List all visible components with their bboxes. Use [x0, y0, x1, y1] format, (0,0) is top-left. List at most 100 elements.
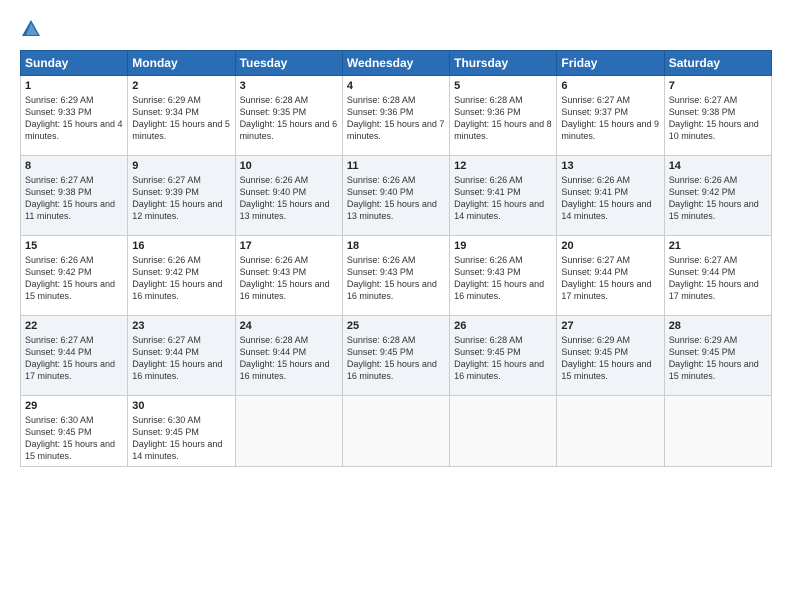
calendar-cell: 17 Sunrise: 6:26 AMSunset: 9:43 PMDayligh…	[235, 236, 342, 316]
day-number: 26	[454, 320, 552, 332]
logo-icon	[20, 18, 42, 40]
calendar-cell	[664, 396, 771, 467]
day-info: Sunrise: 6:28 AMSunset: 9:44 PMDaylight:…	[240, 334, 338, 383]
calendar-cell: 7 Sunrise: 6:27 AMSunset: 9:38 PMDaylight…	[664, 76, 771, 156]
calendar-cell: 3 Sunrise: 6:28 AMSunset: 9:35 PMDaylight…	[235, 76, 342, 156]
day-info: Sunrise: 6:26 AMSunset: 9:42 PMDaylight:…	[25, 254, 123, 303]
day-number: 15	[25, 240, 123, 252]
calendar-cell: 10 Sunrise: 6:26 AMSunset: 9:40 PMDayligh…	[235, 156, 342, 236]
calendar-cell: 11 Sunrise: 6:26 AMSunset: 9:40 PMDayligh…	[342, 156, 449, 236]
day-info: Sunrise: 6:27 AMSunset: 9:38 PMDaylight:…	[669, 94, 767, 143]
day-number: 2	[132, 80, 230, 92]
day-number: 8	[25, 160, 123, 172]
day-number: 29	[25, 400, 123, 412]
calendar-cell: 20 Sunrise: 6:27 AMSunset: 9:44 PMDayligh…	[557, 236, 664, 316]
calendar-cell: 26Sunrise: 6:28 AMSunset: 9:45 PMDayligh…	[450, 316, 557, 396]
day-number: 6	[561, 80, 659, 92]
day-number: 10	[240, 160, 338, 172]
day-number: 17	[240, 240, 338, 252]
day-info: Sunrise: 6:30 AMSunset: 9:45 PMDaylight:…	[25, 414, 123, 463]
day-info: Sunrise: 6:29 AMSunset: 9:45 PMDaylight:…	[669, 334, 767, 383]
day-number: 13	[561, 160, 659, 172]
day-number: 12	[454, 160, 552, 172]
day-number: 5	[454, 80, 552, 92]
day-info: Sunrise: 6:28 AMSunset: 9:36 PMDaylight:…	[347, 94, 445, 143]
day-info: Sunrise: 6:27 AMSunset: 9:44 PMDaylight:…	[669, 254, 767, 303]
calendar-cell: 8 Sunrise: 6:27 AMSunset: 9:38 PMDaylight…	[21, 156, 128, 236]
weekday-header-monday: Monday	[128, 51, 235, 76]
day-info: Sunrise: 6:26 AMSunset: 9:43 PMDaylight:…	[347, 254, 445, 303]
day-info: Sunrise: 6:27 AMSunset: 9:44 PMDaylight:…	[561, 254, 659, 303]
page: SundayMondayTuesdayWednesdayThursdayFrid…	[0, 0, 792, 612]
calendar-cell	[450, 396, 557, 467]
calendar-cell: 6 Sunrise: 6:27 AMSunset: 9:37 PMDaylight…	[557, 76, 664, 156]
day-info: Sunrise: 6:26 AMSunset: 9:42 PMDaylight:…	[132, 254, 230, 303]
header	[20, 18, 772, 40]
week-row-3: 15 Sunrise: 6:26 AMSunset: 9:42 PMDayligh…	[21, 236, 772, 316]
calendar-cell: 22 Sunrise: 6:27 AMSunset: 9:44 PMDayligh…	[21, 316, 128, 396]
calendar-cell: 18 Sunrise: 6:26 AMSunset: 9:43 PMDayligh…	[342, 236, 449, 316]
day-number: 27	[561, 320, 659, 332]
calendar-cell: 30Sunrise: 6:30 AMSunset: 9:45 PMDayligh…	[128, 396, 235, 467]
week-row-5: 29 Sunrise: 6:30 AMSunset: 9:45 PMDayligh…	[21, 396, 772, 467]
day-info: Sunrise: 6:27 AMSunset: 9:39 PMDaylight:…	[132, 174, 230, 223]
day-info: Sunrise: 6:27 AMSunset: 9:44 PMDaylight:…	[132, 334, 230, 383]
day-info: Sunrise: 6:28 AMSunset: 9:36 PMDaylight:…	[454, 94, 552, 143]
week-row-4: 22 Sunrise: 6:27 AMSunset: 9:44 PMDayligh…	[21, 316, 772, 396]
calendar-cell: 4 Sunrise: 6:28 AMSunset: 9:36 PMDaylight…	[342, 76, 449, 156]
calendar-cell	[342, 396, 449, 467]
week-row-2: 8 Sunrise: 6:27 AMSunset: 9:38 PMDaylight…	[21, 156, 772, 236]
calendar-cell: 27 Sunrise: 6:29 AMSunset: 9:45 PMDayligh…	[557, 316, 664, 396]
weekday-header-row: SundayMondayTuesdayWednesdayThursdayFrid…	[21, 51, 772, 76]
day-info: Sunrise: 6:28 AMSunset: 9:45 PMDaylight:…	[347, 334, 445, 383]
day-info: Sunrise: 6:29 AMSunset: 9:33 PMDaylight:…	[25, 94, 123, 143]
calendar-cell: 9 Sunrise: 6:27 AMSunset: 9:39 PMDaylight…	[128, 156, 235, 236]
day-number: 21	[669, 240, 767, 252]
day-number: 16	[132, 240, 230, 252]
day-number: 9	[132, 160, 230, 172]
day-number: 22	[25, 320, 123, 332]
day-info: Sunrise: 6:27 AMSunset: 9:37 PMDaylight:…	[561, 94, 659, 143]
weekday-header-thursday: Thursday	[450, 51, 557, 76]
day-info: Sunrise: 6:27 AMSunset: 9:44 PMDaylight:…	[25, 334, 123, 383]
weekday-header-friday: Friday	[557, 51, 664, 76]
day-info: Sunrise: 6:26 AMSunset: 9:42 PMDaylight:…	[669, 174, 767, 223]
day-number: 24	[240, 320, 338, 332]
day-number: 20	[561, 240, 659, 252]
day-info: Sunrise: 6:26 AMSunset: 9:41 PMDaylight:…	[454, 174, 552, 223]
calendar-cell: 19Sunrise: 6:26 AMSunset: 9:43 PMDayligh…	[450, 236, 557, 316]
day-number: 25	[347, 320, 445, 332]
calendar-cell: 25 Sunrise: 6:28 AMSunset: 9:45 PMDayligh…	[342, 316, 449, 396]
day-number: 19	[454, 240, 552, 252]
weekday-header-saturday: Saturday	[664, 51, 771, 76]
day-info: Sunrise: 6:29 AMSunset: 9:45 PMDaylight:…	[561, 334, 659, 383]
day-number: 11	[347, 160, 445, 172]
calendar-cell	[235, 396, 342, 467]
day-number: 14	[669, 160, 767, 172]
day-info: Sunrise: 6:26 AMSunset: 9:41 PMDaylight:…	[561, 174, 659, 223]
weekday-header-tuesday: Tuesday	[235, 51, 342, 76]
calendar-cell: 14 Sunrise: 6:26 AMSunset: 9:42 PMDayligh…	[664, 156, 771, 236]
day-info: Sunrise: 6:28 AMSunset: 9:35 PMDaylight:…	[240, 94, 338, 143]
day-number: 30	[132, 400, 230, 412]
day-number: 1	[25, 80, 123, 92]
calendar-cell: 24 Sunrise: 6:28 AMSunset: 9:44 PMDayligh…	[235, 316, 342, 396]
day-number: 18	[347, 240, 445, 252]
calendar-cell: 21 Sunrise: 6:27 AMSunset: 9:44 PMDayligh…	[664, 236, 771, 316]
week-row-1: 1 Sunrise: 6:29 AMSunset: 9:33 PMDaylight…	[21, 76, 772, 156]
day-info: Sunrise: 6:26 AMSunset: 9:40 PMDaylight:…	[240, 174, 338, 223]
day-info: Sunrise: 6:26 AMSunset: 9:43 PMDaylight:…	[240, 254, 338, 303]
day-info: Sunrise: 6:27 AMSunset: 9:38 PMDaylight:…	[25, 174, 123, 223]
day-number: 4	[347, 80, 445, 92]
day-number: 28	[669, 320, 767, 332]
calendar-cell	[557, 396, 664, 467]
day-info: Sunrise: 6:29 AMSunset: 9:34 PMDaylight:…	[132, 94, 230, 143]
day-number: 7	[669, 80, 767, 92]
calendar-cell: 23Sunrise: 6:27 AMSunset: 9:44 PMDayligh…	[128, 316, 235, 396]
calendar-cell: 12 Sunrise: 6:26 AMSunset: 9:41 PMDayligh…	[450, 156, 557, 236]
calendar-cell: 29 Sunrise: 6:30 AMSunset: 9:45 PMDayligh…	[21, 396, 128, 467]
calendar-cell: 15 Sunrise: 6:26 AMSunset: 9:42 PMDayligh…	[21, 236, 128, 316]
logo	[20, 18, 46, 40]
day-info: Sunrise: 6:26 AMSunset: 9:40 PMDaylight:…	[347, 174, 445, 223]
day-number: 3	[240, 80, 338, 92]
